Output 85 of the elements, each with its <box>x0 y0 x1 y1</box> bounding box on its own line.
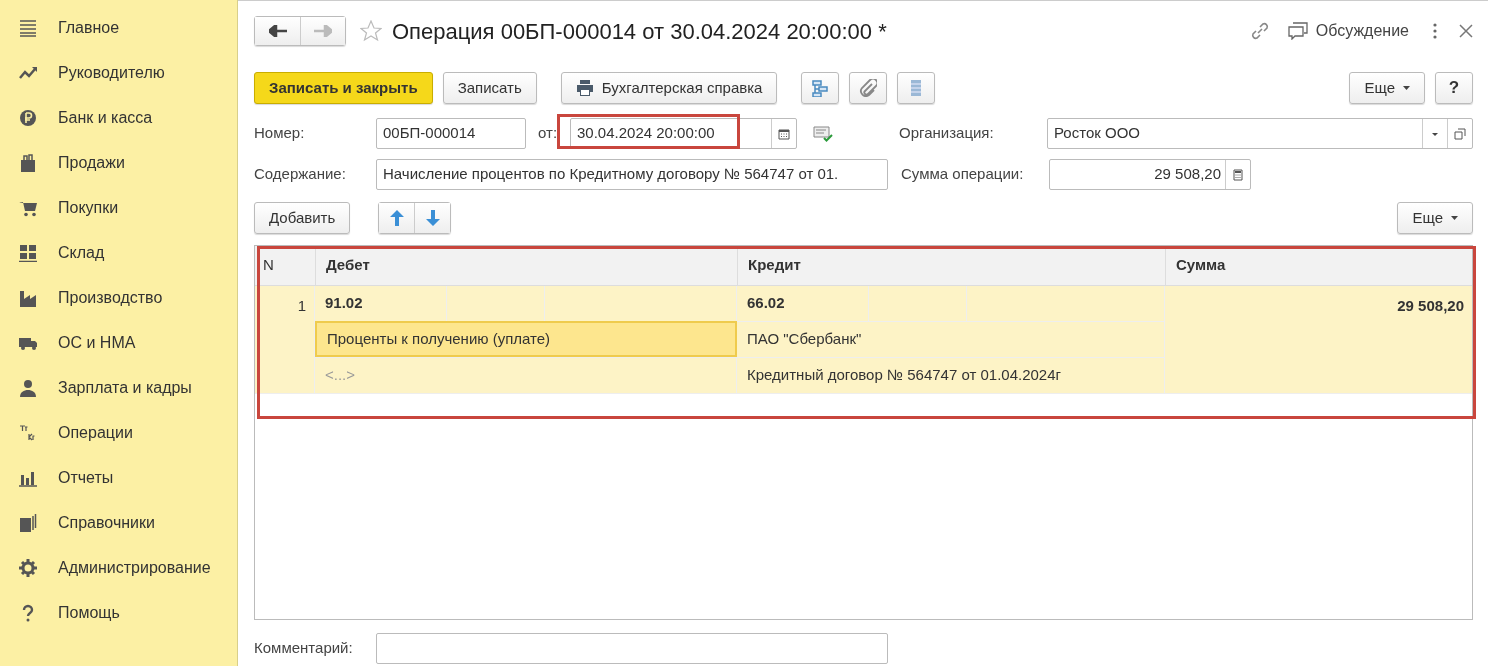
field-label: Содержание: <box>254 164 347 185</box>
add-button[interactable]: Добавить <box>254 202 351 234</box>
star-icon <box>360 20 382 42</box>
sidebar-item[interactable]: Помощь <box>0 590 237 635</box>
more-button[interactable]: Еще <box>1349 72 1425 104</box>
sidebar-item[interactable]: ОС и НМА <box>0 320 237 365</box>
date-field[interactable]: 30.04.2024 20:00:00 <box>570 118 797 149</box>
sidebar-item[interactable]: Склад <box>0 230 237 275</box>
shopping-bag-icon <box>19 153 37 172</box>
link-icon <box>1249 21 1270 41</box>
field-label: Комментарий: <box>254 638 354 659</box>
sidebar-item[interactable]: Отчеты <box>0 455 237 500</box>
sidebar-item[interactable]: Главное <box>0 5 237 50</box>
move-up-button[interactable] <box>379 203 416 233</box>
field-label: Организация: <box>899 123 995 144</box>
list-button[interactable] <box>897 72 936 104</box>
debit-credit-icon <box>19 423 37 442</box>
link-button[interactable] <box>1249 21 1270 41</box>
save-and-close-button[interactable]: Записать и закрыть <box>254 72 433 104</box>
window-title: Операция 00БП-000014 от 30.04.2024 20:00:00 * <box>392 17 887 46</box>
content-field[interactable]: Начисление процентов по Кредитному договору № 564747 от 01. <box>376 159 888 190</box>
move-down-button[interactable] <box>415 203 451 233</box>
kebab-menu-icon <box>1433 23 1437 39</box>
factory-icon <box>19 288 37 307</box>
print-button[interactable]: Бухгалтерская справка <box>560 72 778 104</box>
column-header[interactable]: N <box>255 246 315 285</box>
column-header[interactable]: Кредит <box>737 246 1165 285</box>
account-cell: 66.02 <box>737 286 869 321</box>
sidebar-item[interactable]: Покупки <box>0 185 237 230</box>
column-header[interactable]: Дебет <box>315 246 737 285</box>
back-arrow-icon <box>268 25 287 37</box>
more-options-button[interactable] <box>1433 23 1437 39</box>
subconto-cell[interactable]: Проценты к получению (уплате) <box>315 321 737 357</box>
down-arrow-icon <box>425 210 440 226</box>
field-label: Сумма операции: <box>901 164 1025 185</box>
sidebar-item[interactable]: Администрирование <box>0 545 237 590</box>
document-check-icon <box>813 125 833 142</box>
forward-arrow-icon <box>314 25 332 37</box>
caret-icon <box>1451 216 1458 220</box>
posted-status-button[interactable] <box>813 125 833 142</box>
table-cell: 1 <box>297 297 306 314</box>
structure-button[interactable] <box>801 72 840 104</box>
calendar-icon <box>778 127 790 140</box>
subconto-cell[interactable]: Кредитный договор № 564747 от 01.04.2024г <box>737 357 1165 393</box>
sidebar-item[interactable]: Операции <box>0 410 237 455</box>
sidebar-item[interactable]: Зарплата и кадры <box>0 365 237 410</box>
history-navigation[interactable] <box>254 16 346 46</box>
ruble-coin-icon <box>19 108 37 127</box>
favorite-star-button[interactable] <box>360 20 382 42</box>
close-icon <box>1459 24 1473 38</box>
close-button[interactable] <box>1459 24 1473 38</box>
comment-field[interactable] <box>376 633 888 664</box>
open-window-icon <box>1454 127 1466 140</box>
field-label: от: <box>538 123 559 144</box>
caret-icon <box>1403 86 1410 90</box>
documents-icon <box>19 513 37 532</box>
back-button[interactable] <box>255 17 301 45</box>
field-label: Номер: <box>254 123 306 144</box>
subconto-cell[interactable]: ПАО "Сбербанк" <box>737 321 1165 357</box>
chat-icon <box>1287 22 1308 40</box>
settings-icon <box>19 558 37 577</box>
organization-field[interactable]: Росток ООО <box>1047 118 1473 149</box>
more-button[interactable]: Еще <box>1397 202 1473 234</box>
sum-cell-text: 29 508,20 <box>1397 296 1464 316</box>
person-icon <box>19 378 37 397</box>
menu-icon <box>19 18 37 37</box>
save-button[interactable]: Записать <box>442 72 537 104</box>
number-field[interactable]: 00БП-000014 <box>376 118 526 149</box>
attach-button[interactable] <box>849 72 888 104</box>
help-button[interactable]: ? <box>1435 72 1473 104</box>
discussion-button[interactable]: Обсуждение <box>1287 19 1409 43</box>
printer-icon <box>575 80 594 96</box>
up-arrow-icon <box>389 210 404 226</box>
column-header[interactable]: Сумма <box>1165 246 1472 285</box>
sidebar-item[interactable]: Производство <box>0 275 237 320</box>
paperclip-icon <box>859 79 878 97</box>
sidebar-item[interactable]: Банк и касса <box>0 95 237 140</box>
sidebar-item[interactable]: Справочники <box>0 500 237 545</box>
table-row[interactable]: 1 91.02 Проценты к получению (уплате) <...> 66.02 ПАО "Сбербанк" Кредитный договор № 564747 от 01.04.2024г 29 508,20 <box>255 286 1472 394</box>
sum-field[interactable]: 29 508,20 <box>1049 159 1251 190</box>
structure-icon <box>811 79 830 97</box>
sidebar-item[interactable]: Руководителю <box>0 50 237 95</box>
calculator-icon <box>1232 168 1244 181</box>
warehouse-grid-icon <box>19 243 37 262</box>
sidebar-item[interactable]: Продажи <box>0 140 237 185</box>
